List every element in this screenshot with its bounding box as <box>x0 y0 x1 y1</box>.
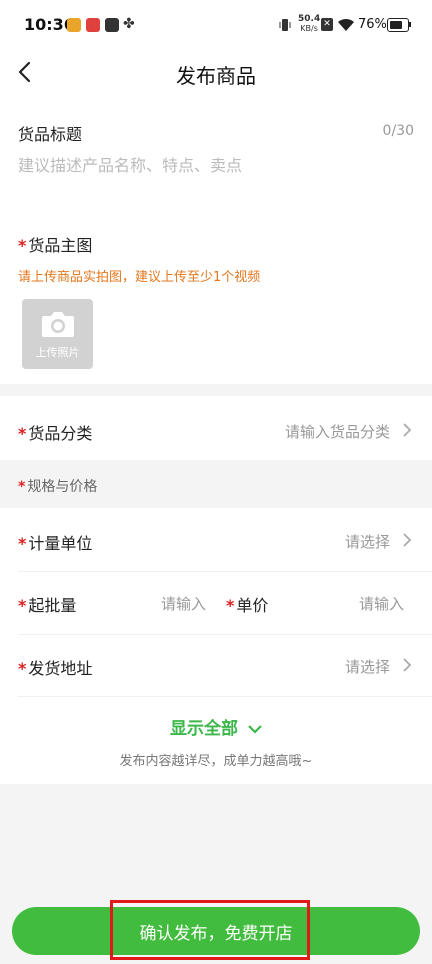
mail-icon <box>105 18 119 32</box>
address-label: 发货地址 <box>28 659 93 678</box>
vibrate-icon <box>279 17 291 31</box>
back-button[interactable] <box>14 60 38 84</box>
title-counter: 0/30 <box>382 123 414 139</box>
required-mark: * <box>18 534 27 553</box>
show-all-button[interactable]: 显示全部 <box>0 714 432 739</box>
required-mark: * <box>18 479 26 495</box>
chevron-down-icon <box>248 725 262 734</box>
price-field[interactable]: * 单价 请输入 <box>216 572 432 634</box>
app-notification-icon-2 <box>86 18 100 32</box>
unit-value: 请选择 <box>344 533 390 551</box>
category-label: 货品分类 <box>28 424 93 443</box>
min-qty-label: 起批量 <box>28 596 77 615</box>
battery-percent: 76% <box>358 17 387 32</box>
chevron-right-icon <box>403 658 412 672</box>
image-hint: 请上传商品实拍图，建议上传至少1个视频 <box>18 270 261 285</box>
battery-icon <box>387 18 409 32</box>
address-row[interactable]: * 发货地址 请选择 <box>0 635 432 695</box>
required-mark: * <box>226 596 235 615</box>
min-qty-input[interactable]: 请输入 <box>161 593 206 614</box>
fan-icon: ✤ <box>123 16 135 32</box>
show-all-label: 显示全部 <box>170 719 239 739</box>
wifi-icon <box>337 17 355 36</box>
section-divider <box>0 384 432 396</box>
required-mark: * <box>18 659 27 678</box>
price-label: 单价 <box>236 596 269 615</box>
status-bar: 10:36 ✤ 50.4 KB/s ✕ 76% <box>0 0 432 50</box>
image-label: * 货品主图 <box>18 236 93 255</box>
upload-photo-label: 上传照片 <box>35 346 80 359</box>
title-label: 货品标题 <box>18 125 83 144</box>
app-notification-icon <box>67 18 81 32</box>
page-title: 发布商品 <box>176 64 256 88</box>
back-arrow-icon <box>18 61 31 83</box>
required-mark: * <box>18 236 27 255</box>
divider <box>18 696 432 697</box>
battery-tip <box>409 22 411 27</box>
tip-text: 发布内容越详尽，成单力越高哦~ <box>119 754 313 769</box>
unit-row[interactable]: * 计量单位 请选择 <box>0 510 432 570</box>
required-mark: * <box>18 424 27 443</box>
address-value: 请选择 <box>344 658 390 676</box>
net-speed: 50.4 KB/s <box>298 14 321 34</box>
category-row[interactable]: * 货品分类 请输入货品分类 <box>0 400 432 460</box>
price-input[interactable]: 请输入 <box>359 593 404 614</box>
no-sim-icon: ✕ <box>321 18 333 31</box>
chevron-right-icon <box>403 423 412 437</box>
upload-photo-button[interactable]: 上传照片 <box>22 299 93 369</box>
min-qty-field[interactable]: * 起批量 请输入 <box>0 572 216 634</box>
title-input[interactable]: 建议描述产品名称、特点、卖点 <box>18 152 414 212</box>
spec-section-label: * 规格与价格 <box>18 479 98 495</box>
required-mark: * <box>18 596 27 615</box>
camera-icon <box>42 312 74 337</box>
unit-label: 计量单位 <box>28 534 93 553</box>
chevron-right-icon <box>403 533 412 547</box>
highlight-box <box>110 900 310 960</box>
category-placeholder: 请输入货品分类 <box>284 423 390 441</box>
